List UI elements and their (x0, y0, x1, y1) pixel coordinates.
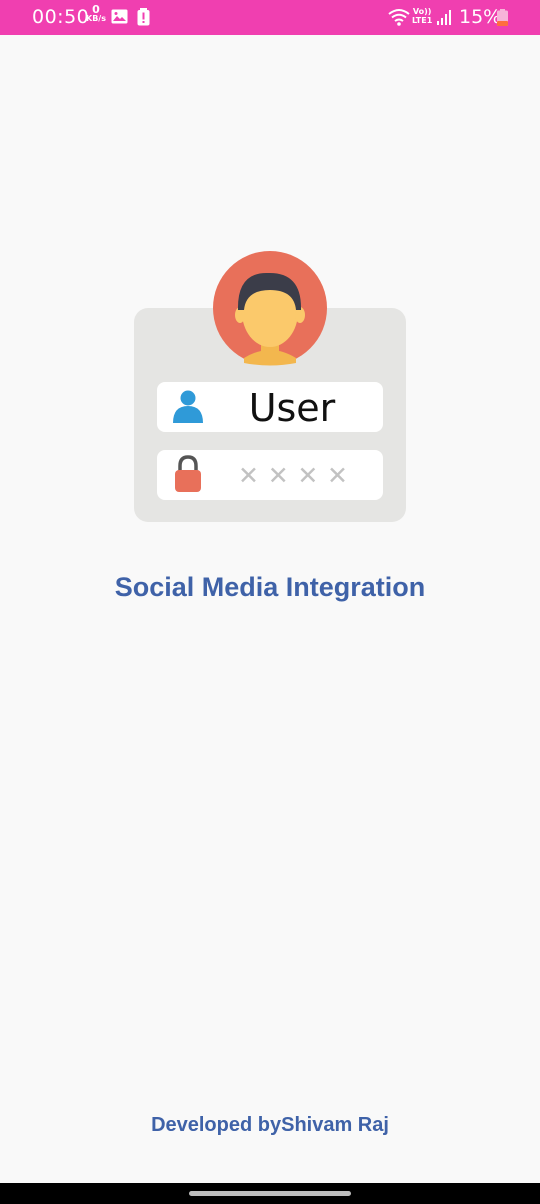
status-bar: 00:50 0 KB/s Vo)) LTE1 15% (0, 0, 540, 35)
volte-top: Vo)) (412, 7, 432, 16)
network-speed-unit: KB/s (86, 14, 106, 23)
network-speed: 0 KB/s (86, 3, 106, 23)
avatar (213, 251, 327, 366)
signal-icon (437, 10, 451, 25)
home-gesture-handle[interactable] (189, 1191, 351, 1196)
volte-indicator: Vo)) LTE1 (412, 7, 432, 25)
password-mask: ✕ ✕ ✕ ✕ (238, 461, 348, 490)
battery-icon (497, 9, 508, 26)
username-text: User (249, 386, 336, 430)
developer-credit: Developed byShivam Raj (151, 1114, 389, 1136)
navigation-bar (0, 1183, 540, 1204)
wifi-icon (388, 9, 410, 26)
login-illustration: User ✕ ✕ ✕ ✕ (134, 251, 406, 522)
app-title: Social Media Integration (114, 572, 426, 602)
alert-icon (137, 8, 150, 26)
status-time: 00:50 (32, 6, 90, 28)
network-speed-value: 0 (92, 3, 100, 16)
gallery-icon (111, 9, 128, 24)
battery-percent: 15% (459, 6, 502, 28)
volte-bottom: LTE1 (412, 16, 433, 25)
